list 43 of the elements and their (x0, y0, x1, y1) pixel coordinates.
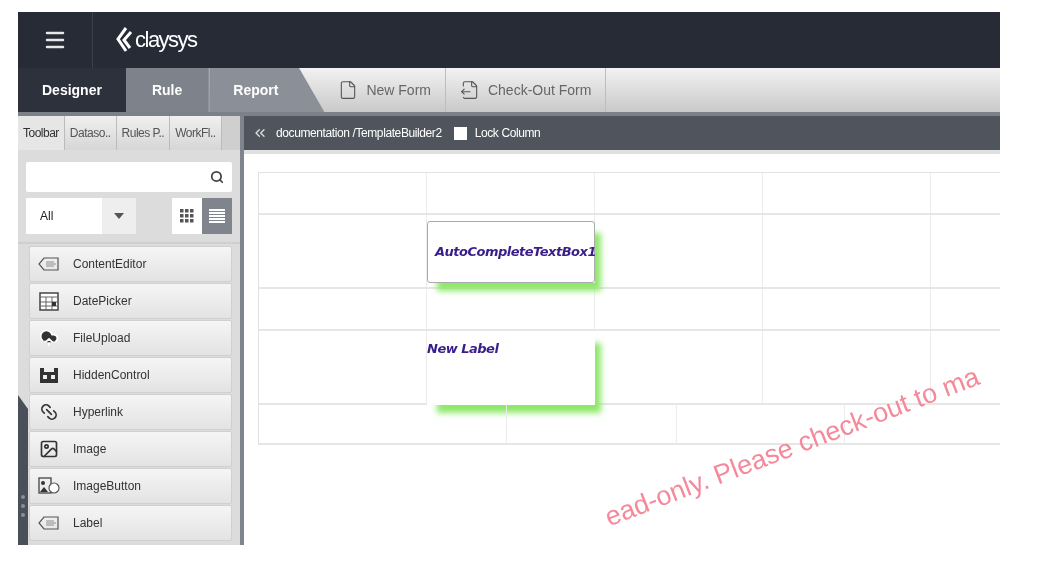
search-icon (210, 170, 224, 184)
view-toggle[interactable] (202, 198, 232, 234)
control-item[interactable]: FileUpload (29, 320, 232, 356)
panel-tab[interactable]: Rules P.. (116, 116, 171, 150)
grid-view-icon (180, 209, 194, 223)
tag-icon (38, 516, 60, 530)
label-control[interactable]: New Label (427, 331, 595, 405)
label-text: New Label (427, 341, 499, 356)
image-button-icon (38, 476, 60, 496)
calendar-icon (39, 291, 59, 311)
control-item[interactable]: ImageButton (29, 468, 232, 504)
view-toggle[interactable] (172, 198, 202, 234)
panel-tab[interactable]: WorkFl.. (170, 116, 222, 150)
control-item[interactable]: Label (29, 505, 232, 541)
text-box-label: AutoCompleteTextBox1 (435, 243, 596, 262)
search-field[interactable] (26, 162, 232, 192)
control-item[interactable]: HiddenControl (29, 357, 232, 393)
cloud-upload-icon (39, 328, 59, 348)
caret-icon (114, 213, 124, 219)
panel-collapse-handle[interactable] (18, 395, 28, 545)
control-item[interactable]: Hyperlink (29, 394, 232, 430)
control-item[interactable]: ContentEditor (29, 246, 232, 282)
toolbar-button[interactable]: Check-Out Form (445, 68, 607, 112)
logo-mark-icon (115, 27, 133, 53)
toolbar-button[interactable]: New Form (324, 68, 446, 112)
logo-text: claysys (135, 29, 197, 51)
filter-value: All (39, 208, 55, 225)
breadcrumb-path: documentation /TemplateBuilder2 (276, 125, 442, 142)
filter-dropdown[interactable]: All (26, 198, 136, 234)
document-arrow-icon (459, 80, 480, 100)
nav-tab[interactable]: Designer (18, 68, 126, 112)
list-view-icon (209, 209, 225, 223)
text-box[interactable]: AutoCompleteTextBox1 (427, 221, 595, 283)
tag-icon (38, 257, 60, 271)
image-icon (39, 439, 59, 459)
hidden-control-icon (39, 366, 59, 384)
lock-column-checkbox[interactable] (453, 126, 467, 140)
control-item[interactable]: DatePicker (29, 283, 232, 319)
panel-tab[interactable]: Toolbar (18, 116, 65, 150)
panel-tab[interactable]: Dataso.. (64, 116, 117, 150)
nav-tab[interactable]: Rule (125, 68, 210, 112)
control-item[interactable]: Image (29, 431, 232, 467)
lock-column-label: Lock Column (474, 125, 541, 142)
